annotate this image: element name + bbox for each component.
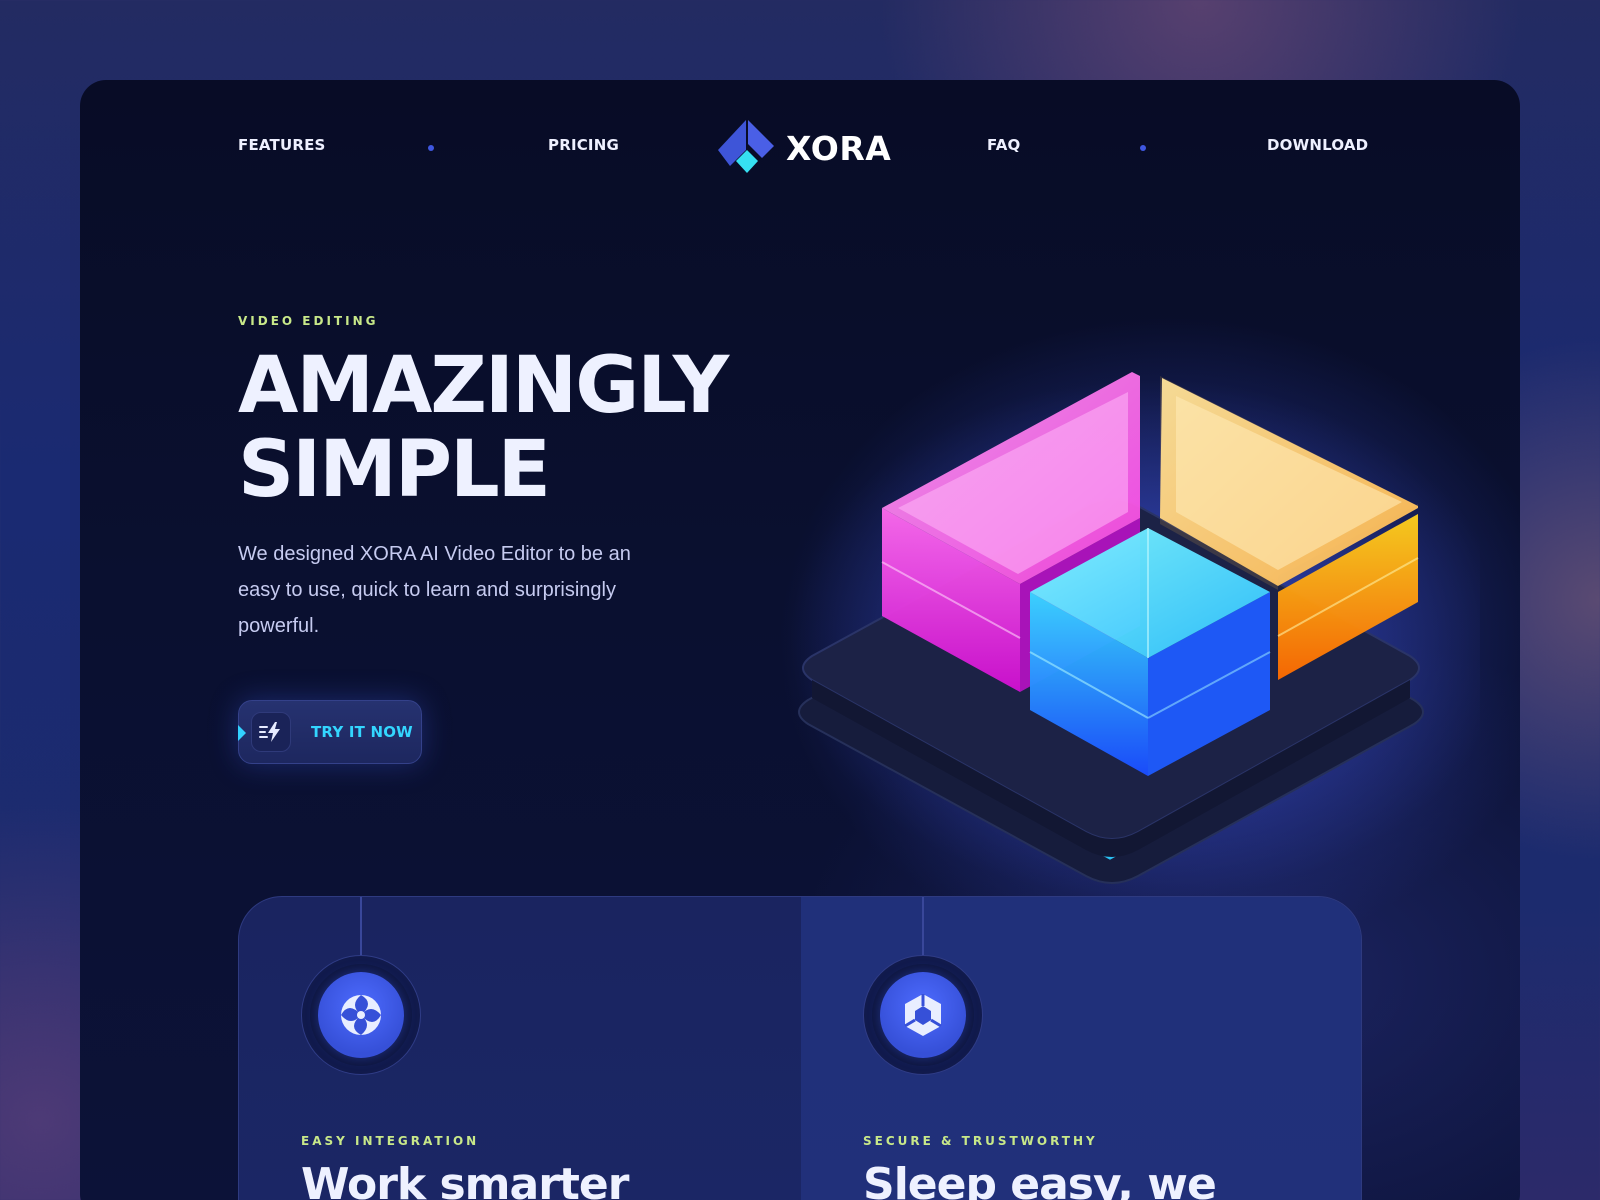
feature-connector-line	[922, 897, 924, 957]
try-it-now-label: TRY IT NOW	[311, 723, 413, 741]
hero-eyebrow: VIDEO EDITING	[238, 314, 379, 328]
hero-title: AMAZINGLY SIMPLE	[238, 341, 729, 515]
feature-title: Sleep easy, we	[863, 1159, 1217, 1200]
glowing-blocks-illustration	[790, 372, 1480, 900]
feature-eyebrow: SECURE & TRUSTWORTHY	[863, 1134, 1098, 1148]
nav-faq[interactable]: FAQ	[987, 136, 1021, 154]
landing-card: FEATURES PRICING XORA FAQ DOWNLOAD VIDEO…	[80, 80, 1520, 1200]
hexagon-icon	[904, 994, 942, 1036]
nav-features[interactable]: FEATURES	[238, 136, 326, 154]
hero-title-line2: SIMPLE	[238, 425, 551, 515]
feature-icon-badge	[863, 955, 983, 1075]
nav-divider-dot	[428, 145, 434, 151]
hero-title-line1: AMAZINGLY	[238, 341, 729, 431]
nav-download[interactable]: DOWNLOAD	[1267, 136, 1368, 154]
hero-description: We designed XORA AI Video Editor to be a…	[238, 543, 631, 637]
feature-eyebrow: EASY INTEGRATION	[301, 1134, 480, 1148]
lightning-icon	[251, 712, 291, 752]
feature-icon-badge	[301, 955, 421, 1075]
try-it-now-button[interactable]: TRY IT NOW	[238, 700, 422, 764]
features-section: EASY INTEGRATION Work smarter SECURE & T…	[238, 896, 1362, 1200]
xora-diamond-logo-icon	[718, 120, 774, 173]
feature-title: Work smarter	[301, 1159, 629, 1200]
nav-pricing[interactable]: PRICING	[548, 136, 619, 154]
cta-marker	[238, 725, 246, 741]
swirl-icon	[341, 995, 381, 1035]
feature-connector-line	[360, 897, 362, 957]
brand-name: XORA	[786, 128, 892, 168]
top-nav: FEATURES PRICING XORA FAQ DOWNLOAD	[80, 80, 1520, 220]
brand-logo[interactable]: XORA	[718, 120, 891, 176]
nav-divider-dot	[1140, 145, 1146, 151]
